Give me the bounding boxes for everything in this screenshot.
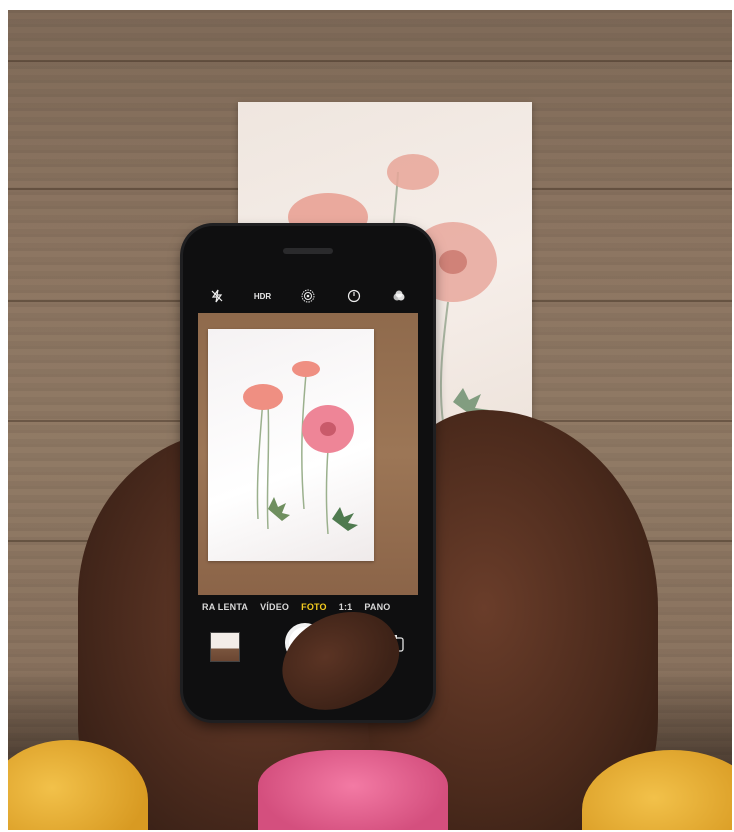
camera-top-bar: HDR [198, 281, 418, 311]
camera-viewfinder[interactable] [198, 313, 418, 595]
hdr-icon[interactable]: HDR [252, 285, 274, 307]
phone-speaker [283, 248, 333, 254]
mode-photo[interactable]: FOTO [301, 602, 327, 612]
filters-icon[interactable] [388, 285, 410, 307]
viewfinder-poppies-illustration [243, 361, 358, 535]
mode-video[interactable]: VÍDEO [260, 602, 289, 612]
flash-off-icon[interactable] [206, 285, 228, 307]
live-photo-icon[interactable] [297, 285, 319, 307]
viewfinder-watercolor-card [208, 329, 374, 561]
wood-plank-line [8, 60, 732, 62]
mode-slow-motion[interactable]: RA LENTA [202, 602, 248, 612]
last-photo-thumbnail[interactable] [210, 632, 240, 662]
pink-shirt [258, 750, 448, 830]
mode-pano[interactable]: PANO [364, 602, 390, 612]
camera-mode-selector[interactable]: RA LENTA VÍDEO FOTO 1:1 PANO [198, 596, 422, 618]
timer-icon[interactable] [343, 285, 365, 307]
mode-square[interactable]: 1:1 [339, 602, 353, 612]
